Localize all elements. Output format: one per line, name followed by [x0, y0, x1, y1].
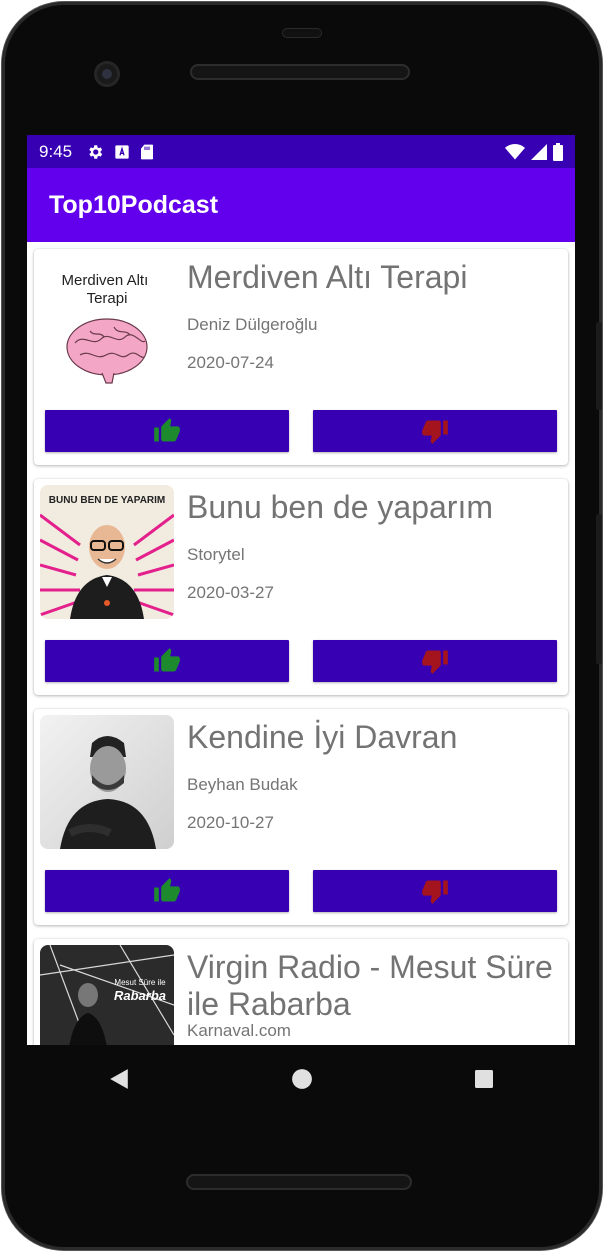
podcast-card[interactable]: Merdiven Altı Terapi Merdiven Altı Terap…	[34, 249, 568, 465]
app-bar: Top10Podcast	[27, 168, 575, 242]
podcast-date: 2020-07-24	[187, 353, 274, 372]
bottom-speaker	[186, 1174, 412, 1190]
podcast-card[interactable]: Mesut Süre ile Rabarba Virgin Radio - Me…	[34, 939, 568, 1045]
host-illustration	[70, 525, 144, 619]
podcast-date: 2020-03-27	[187, 583, 274, 602]
power-button	[596, 514, 602, 664]
podcast-author: Karnaval.com	[187, 1021, 291, 1040]
home-icon[interactable]	[291, 1068, 313, 1090]
podcast-cover	[40, 715, 174, 849]
front-camera	[94, 61, 120, 87]
battery-icon	[553, 142, 563, 161]
podcast-author: Storytel	[187, 545, 245, 564]
dislike-button[interactable]	[313, 870, 557, 912]
host-silhouette	[69, 983, 107, 1045]
dislike-button[interactable]	[313, 410, 557, 452]
thumb-up-icon	[154, 878, 180, 902]
thumb-down-icon	[422, 880, 448, 904]
cell-signal-icon	[531, 143, 547, 160]
app-title: Top10Podcast	[49, 190, 219, 219]
cover-text: BUNU BEN DE YAPARIM	[49, 495, 166, 506]
thumb-up-icon	[154, 418, 180, 442]
podcast-title: Merdiven Altı Terapi	[187, 259, 468, 295]
wifi-icon	[505, 143, 525, 159]
like-button[interactable]	[45, 870, 289, 912]
recent-apps-icon[interactable]	[474, 1069, 494, 1089]
font-download-icon	[115, 144, 129, 159]
podcast-title: Virgin Radio - Mesut Süre ile Rabarba	[187, 949, 553, 1022]
thumb-down-icon	[422, 650, 448, 674]
gear-icon	[89, 144, 103, 159]
system-nav-bar	[27, 1045, 575, 1113]
podcast-author: Deniz Dülgeroğlu	[187, 315, 318, 334]
volume-button	[596, 322, 602, 410]
cover-text: Mesut Süre ile	[114, 978, 166, 987]
podcast-title: Bunu ben de yaparım	[187, 489, 493, 525]
thumb-down-icon	[422, 420, 448, 444]
screen: 9:45 Top10Podcast Merdiven Altı Terapi M…	[27, 135, 575, 1045]
like-button[interactable]	[45, 640, 289, 682]
back-icon[interactable]	[108, 1068, 130, 1090]
earpiece-speaker	[190, 64, 410, 80]
podcast-date: 2020-10-27	[187, 813, 274, 832]
top-sensor	[282, 28, 322, 38]
svg-text:Rabarba: Rabarba	[114, 988, 166, 1003]
podcast-author: Beyhan Budak	[187, 775, 298, 794]
status-time: 9:45	[39, 141, 73, 161]
podcast-list[interactable]: Merdiven Altı Terapi Merdiven Altı Terap…	[27, 242, 575, 1045]
podcast-cover: Merdiven Altı Terapi	[40, 255, 174, 389]
podcast-cover: BUNU BEN DE YAPARIM	[40, 485, 174, 619]
brain-illustration	[66, 318, 148, 384]
podcast-cover: Mesut Süre ile Rabarba	[40, 945, 174, 1045]
podcast-title: Kendine İyi Davran	[187, 719, 458, 755]
dislike-button[interactable]	[313, 640, 557, 682]
sd-card-icon	[141, 144, 154, 159]
podcast-card[interactable]: BUNU BEN DE YAPARIM Bunu ben de yaparım …	[34, 479, 568, 695]
cover-text: Merdiven Altı Terapi	[62, 272, 153, 307]
thumb-up-icon	[154, 648, 180, 672]
podcast-card[interactable]: Kendine İyi Davran Beyhan Budak 2020-10-…	[34, 709, 568, 925]
status-bar: 9:45	[27, 135, 575, 168]
like-button[interactable]	[45, 410, 289, 452]
